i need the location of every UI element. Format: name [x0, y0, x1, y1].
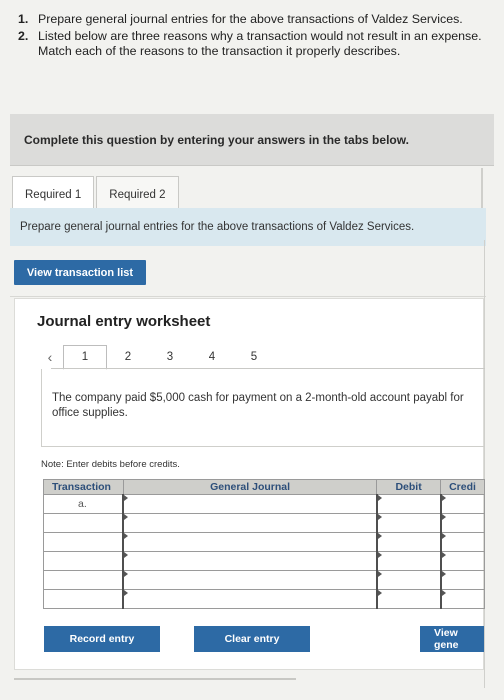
cell-marker-icon	[124, 590, 129, 596]
instructions: 1. Prepare general journal entries for t…	[18, 12, 488, 61]
view-general-journal-button[interactable]: View gene	[420, 626, 484, 652]
credit-input[interactable]	[439, 589, 485, 609]
cell-marker-icon	[124, 495, 129, 501]
instruction-number: 2.	[18, 29, 29, 43]
cell-marker-icon	[124, 552, 129, 558]
cell-marker-icon	[124, 514, 129, 520]
instruction-text: Listed below are three reasons why a tra…	[38, 29, 482, 58]
instruction-item: 2. Listed below are three reasons why a …	[18, 29, 488, 59]
credit-input[interactable]	[439, 494, 485, 514]
cell-marker-icon	[124, 571, 129, 577]
transaction-cell	[43, 532, 124, 552]
cell-marker-icon	[441, 514, 446, 520]
transaction-cell	[43, 589, 124, 609]
account-select[interactable]	[122, 513, 378, 533]
entry-pager: ‹ 1 2 3 4 5	[37, 344, 275, 370]
section-divider	[10, 296, 486, 297]
credit-input[interactable]	[439, 551, 485, 571]
instruction-number: 1.	[18, 12, 29, 26]
account-select[interactable]	[122, 551, 378, 571]
account-select[interactable]	[122, 570, 378, 590]
instruction-text: Prepare general journal entries for the …	[38, 12, 463, 26]
worksheet-title: Journal entry worksheet	[37, 313, 211, 330]
table-row	[43, 570, 485, 590]
account-select[interactable]	[122, 589, 378, 609]
scrollbar-track[interactable]	[14, 678, 296, 680]
transaction-cell: a.	[43, 494, 124, 514]
cell-marker-icon	[377, 495, 382, 501]
instruction-item: 1. Prepare general journal entries for t…	[18, 12, 488, 27]
credit-input[interactable]	[439, 513, 485, 533]
debit-input[interactable]	[375, 570, 442, 590]
debit-input[interactable]	[375, 513, 442, 533]
column-header-general-journal: General Journal	[122, 479, 378, 495]
page-tab-4[interactable]: 4	[191, 346, 233, 368]
record-entry-button[interactable]: Record entry	[44, 626, 160, 652]
journal-table: Transaction General Journal Debit Credi …	[43, 479, 485, 609]
chevron-left-icon[interactable]: ‹	[37, 349, 63, 365]
page-tab-5[interactable]: 5	[233, 346, 275, 368]
debit-input[interactable]	[375, 532, 442, 552]
table-header-row: Transaction General Journal Debit Credi	[43, 479, 485, 495]
transaction-cell	[43, 513, 124, 533]
credit-input[interactable]	[439, 570, 485, 590]
table-row	[43, 532, 485, 552]
account-select[interactable]	[122, 532, 378, 552]
clear-entry-button[interactable]: Clear entry	[194, 626, 310, 652]
column-header-credit: Credi	[440, 479, 485, 495]
table-row	[43, 513, 485, 533]
table-row: a.	[43, 494, 485, 514]
account-select[interactable]	[122, 494, 378, 514]
table-row	[43, 589, 485, 609]
cell-marker-icon	[441, 495, 446, 501]
debit-input[interactable]	[375, 551, 442, 571]
cell-marker-icon	[124, 533, 129, 539]
transaction-cell	[43, 551, 124, 571]
entry-note: Note: Enter debits before credits.	[41, 459, 180, 470]
debit-input[interactable]	[375, 494, 442, 514]
column-header-debit: Debit	[376, 479, 442, 495]
page-tab-3[interactable]: 3	[149, 346, 191, 368]
cell-marker-icon	[441, 590, 446, 596]
cell-marker-icon	[377, 514, 382, 520]
question-banner: Complete this question by entering your …	[10, 114, 494, 166]
cell-marker-icon	[441, 571, 446, 577]
cell-marker-icon	[441, 552, 446, 558]
credit-input[interactable]	[439, 532, 485, 552]
cell-marker-icon	[377, 552, 382, 558]
instruction-bar: Prepare general journal entries for the …	[10, 208, 486, 246]
view-transaction-list-button[interactable]: View transaction list	[14, 260, 146, 285]
transaction-cell	[43, 570, 124, 590]
cell-marker-icon	[377, 571, 382, 577]
cell-marker-icon	[377, 590, 382, 596]
panel-edge	[484, 240, 485, 688]
debit-input[interactable]	[375, 589, 442, 609]
column-header-transaction: Transaction	[43, 479, 124, 495]
cell-marker-icon	[441, 533, 446, 539]
page-tab-2[interactable]: 2	[107, 346, 149, 368]
journal-entry-worksheet: Journal entry worksheet ‹ 1 2 3 4 5 The …	[14, 298, 485, 670]
transaction-description: The company paid $5,000 cash for payment…	[41, 369, 485, 447]
table-row	[43, 551, 485, 571]
page-tab-1[interactable]: 1	[63, 344, 107, 370]
cell-marker-icon	[377, 533, 382, 539]
